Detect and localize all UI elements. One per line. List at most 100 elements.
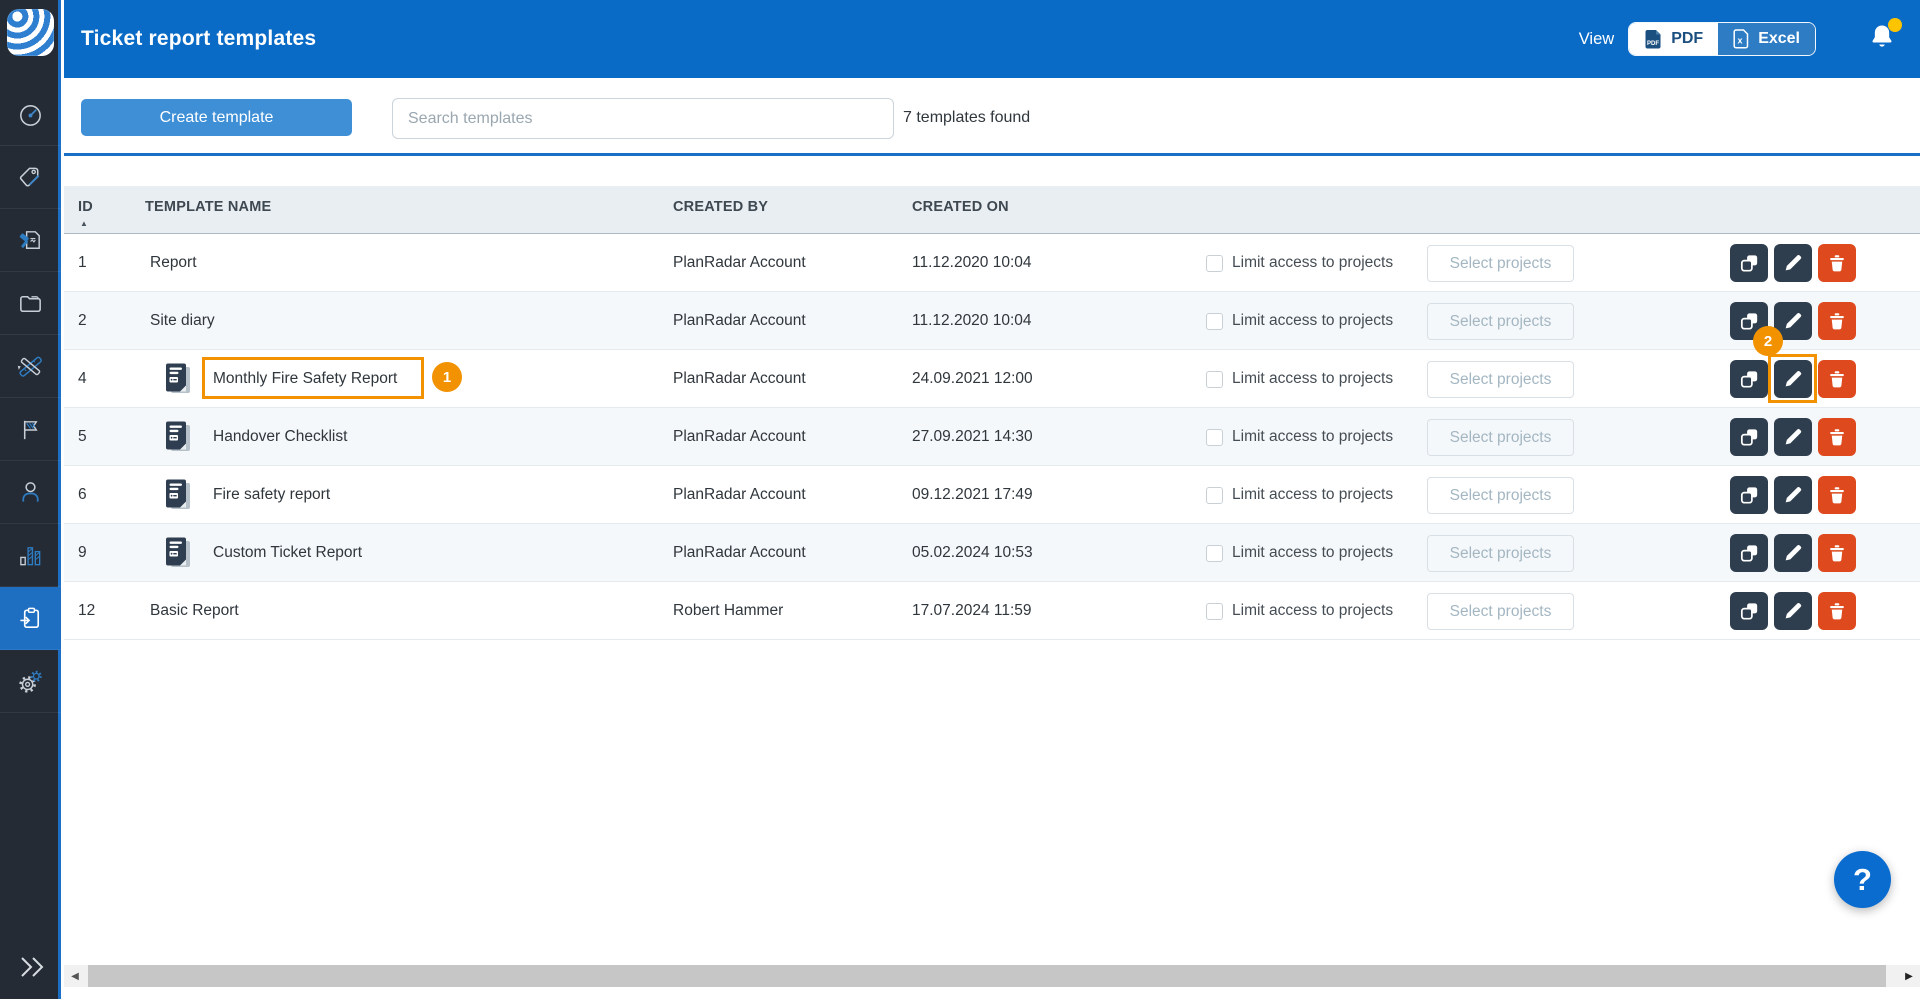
delete-template-button[interactable] [1818, 534, 1856, 572]
template-name[interactable]: Report [150, 234, 197, 292]
table-row: 2 Site diary PlanRadar Account 11.12.202… [64, 292, 1920, 350]
row-id: 12 [78, 582, 95, 640]
notifications-button[interactable] [1868, 22, 1898, 56]
sidebar-item-defects[interactable] [0, 209, 61, 272]
svg-text:x: x [1738, 36, 1743, 46]
table-header: ID ▲ TEMPLATE NAME CREATED BY CREATED ON [64, 186, 1920, 234]
select-projects-button[interactable]: Select projects [1427, 535, 1574, 572]
ruler-pencil-icon [17, 353, 44, 380]
sidebar-item-tags[interactable] [0, 146, 61, 209]
edit-template-button[interactable] [1774, 360, 1812, 398]
limit-access-checkbox[interactable] [1206, 603, 1223, 620]
edit-template-button[interactable] [1774, 244, 1812, 282]
table-row: 1 Report PlanRadar Account 11.12.2020 10… [64, 234, 1920, 292]
select-projects-button[interactable]: Select projects [1427, 477, 1574, 514]
help-button[interactable]: ? [1834, 851, 1891, 908]
column-header-template-name[interactable]: TEMPLATE NAME [145, 199, 271, 215]
sidebar-item-projects[interactable] [0, 272, 61, 335]
template-name[interactable]: Fire safety report [213, 466, 330, 524]
select-projects-button[interactable]: Select projects [1427, 419, 1574, 456]
limit-access-checkbox[interactable] [1206, 255, 1223, 272]
select-projects-button[interactable]: Select projects [1427, 361, 1574, 398]
sidebar-nav [0, 83, 61, 713]
limit-access-checkbox[interactable] [1206, 371, 1223, 388]
limit-access-checkbox[interactable] [1206, 313, 1223, 330]
sidebar-item-plans[interactable] [0, 335, 61, 398]
select-projects-button[interactable]: Select projects [1427, 593, 1574, 630]
select-projects-button[interactable]: Select projects [1427, 303, 1574, 340]
template-name[interactable]: Handover Checklist [213, 408, 347, 466]
duplicate-template-button[interactable] [1730, 592, 1768, 630]
scrollbar-left-arrow[interactable]: ◀ [64, 965, 86, 987]
duplicate-template-button[interactable] [1730, 534, 1768, 572]
sidebar-item-dashboard[interactable] [0, 83, 61, 146]
delete-template-button[interactable] [1818, 476, 1856, 514]
limit-access-checkbox[interactable] [1206, 487, 1223, 504]
pencil-icon [1782, 252, 1804, 274]
delete-template-button[interactable] [1818, 592, 1856, 630]
column-header-id[interactable]: ID [78, 199, 93, 215]
edit-template-button[interactable] [1774, 418, 1812, 456]
report-template-icon [164, 363, 192, 395]
template-name[interactable]: Custom Ticket Report [213, 524, 362, 582]
delete-template-button[interactable] [1818, 360, 1856, 398]
edit-template-button[interactable] [1774, 534, 1812, 572]
created-on: 24.09.2021 12:00 [912, 350, 1033, 408]
edit-template-button[interactable] [1774, 302, 1812, 340]
row-id: 4 [78, 350, 87, 408]
copy-icon [1738, 368, 1761, 391]
planradar-logo-icon[interactable] [7, 9, 54, 56]
pencil-icon [1782, 310, 1804, 332]
flag-icon [17, 416, 44, 443]
sidebar-collapse-button[interactable] [0, 945, 61, 989]
settings-gears-icon [17, 668, 44, 695]
sidebar-item-settings[interactable] [0, 650, 61, 713]
limit-access-label: Limit access to projects [1232, 234, 1393, 292]
edit-template-button[interactable] [1774, 592, 1812, 630]
scrollbar-thumb[interactable] [88, 965, 1886, 987]
limit-access-checkbox[interactable] [1206, 429, 1223, 446]
limit-access-checkbox[interactable] [1206, 545, 1223, 562]
duplicate-template-button[interactable] [1730, 360, 1768, 398]
copy-icon [1738, 310, 1761, 333]
duplicate-template-button[interactable] [1730, 302, 1768, 340]
created-on: 09.12.2021 17:49 [912, 466, 1033, 524]
sidebar-item-statistics[interactable] [0, 524, 61, 587]
delete-template-button[interactable] [1818, 418, 1856, 456]
sidebar-item-flags[interactable] [0, 398, 61, 461]
template-name[interactable]: Basic Report [150, 582, 239, 640]
duplicate-template-button[interactable] [1730, 476, 1768, 514]
report-template-icon [164, 479, 192, 511]
view-excel-button[interactable]: x Excel [1718, 23, 1815, 55]
delete-template-button[interactable] [1818, 302, 1856, 340]
scrollbar-right-arrow[interactable]: ▶ [1898, 965, 1920, 987]
template-name[interactable]: Monthly Fire Safety Report [213, 350, 397, 408]
create-template-button[interactable]: Create template [81, 99, 352, 136]
limit-access-label: Limit access to projects [1232, 466, 1393, 524]
delete-template-button[interactable] [1818, 244, 1856, 282]
created-by: PlanRadar Account [673, 234, 806, 292]
created-on: 05.02.2024 10:53 [912, 524, 1033, 582]
duplicate-template-button[interactable] [1730, 244, 1768, 282]
template-name[interactable]: Site diary [150, 292, 215, 350]
sidebar-item-contacts[interactable] [0, 461, 61, 524]
select-projects-button[interactable]: Select projects [1427, 245, 1574, 282]
limit-access-label: Limit access to projects [1232, 350, 1393, 408]
copy-icon [1738, 484, 1761, 507]
top-bar: Ticket report templates View PDF PDF x [64, 0, 1920, 78]
table-body: 1 Report PlanRadar Account 11.12.2020 10… [64, 234, 1920, 640]
excel-label: Excel [1758, 30, 1800, 48]
column-header-created-by[interactable]: CREATED BY [673, 199, 768, 215]
row-id: 1 [78, 234, 87, 292]
edit-template-button[interactable] [1774, 476, 1812, 514]
trash-icon [1826, 368, 1848, 390]
created-by: PlanRadar Account [673, 408, 806, 466]
search-templates-input[interactable] [392, 98, 894, 139]
trash-icon [1826, 600, 1848, 622]
duplicate-template-button[interactable] [1730, 418, 1768, 456]
trash-icon [1826, 252, 1848, 274]
column-header-created-on[interactable]: CREATED ON [912, 199, 1009, 215]
sidebar-item-reports[interactable] [0, 587, 61, 650]
tag-icon [17, 164, 44, 191]
view-pdf-button[interactable]: PDF PDF [1629, 23, 1718, 55]
